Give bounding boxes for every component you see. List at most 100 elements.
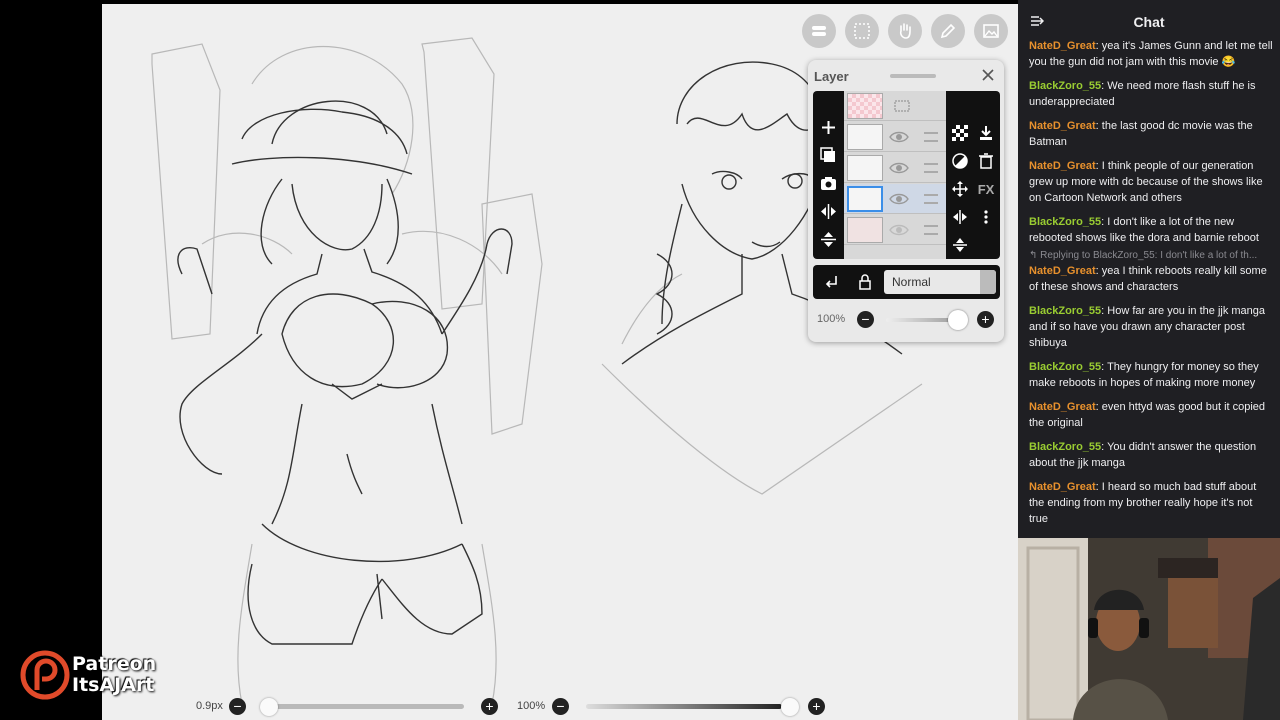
pen-tool-button[interactable] <box>931 14 965 48</box>
layer-panel-drag-handle[interactable] <box>890 74 936 78</box>
trash-icon <box>979 153 993 169</box>
webcam-image <box>1018 538 1280 720</box>
selection-tool-button[interactable] <box>845 14 879 48</box>
image-icon <box>983 24 999 38</box>
layer-list <box>844 91 946 259</box>
blend-mode-select[interactable]: Normal <box>884 270 996 294</box>
layer-opacity-row: 100% − + <box>813 308 1000 332</box>
move-layer-button[interactable] <box>947 175 973 203</box>
brush-size-increase-button[interactable]: + <box>481 698 498 715</box>
drag-handle-icon[interactable] <box>924 225 938 235</box>
checkerboard-icon <box>952 125 968 141</box>
chat-message: NateD_Great: yea I think reboots really … <box>1029 263 1274 295</box>
drag-handle-icon[interactable] <box>924 194 938 204</box>
flip-layer-button[interactable] <box>947 203 973 231</box>
flip-vertical-button[interactable] <box>820 231 837 248</box>
layer-thumbnail <box>847 124 883 150</box>
chevron-up-icon <box>980 270 996 294</box>
layer-thumbnail <box>847 155 883 181</box>
layer-list-area: FX <box>813 91 1000 259</box>
chat-panel: Chat NateD_Great: yea it's James Gunn an… <box>1018 0 1280 538</box>
brush-size-decrease-button[interactable]: − <box>229 698 246 715</box>
duplicate-layer-button[interactable] <box>819 147 837 164</box>
brush-opacity-decrease-button[interactable]: − <box>552 698 569 715</box>
chat-username[interactable]: BlackZoro_55 <box>1029 441 1101 453</box>
layer-thumbnail <box>847 93 883 119</box>
patreon-line1: Patreon <box>72 653 157 675</box>
hand-tool-button[interactable] <box>888 14 922 48</box>
chat-username[interactable]: BlackZoro_55 <box>1029 80 1101 92</box>
chat-message: NateD_Great: I think people of our gener… <box>1029 158 1274 206</box>
opacity-slider-knob[interactable] <box>948 310 968 330</box>
fx-button[interactable]: FX <box>973 175 999 203</box>
brush-size-slider-track[interactable] <box>262 704 464 709</box>
camera-icon <box>820 177 836 190</box>
half-circle-icon <box>952 153 968 169</box>
layer-row-selected[interactable] <box>844 184 946 214</box>
camera-layer-button[interactable] <box>820 175 837 192</box>
layer-panel-title: Layer <box>814 69 849 84</box>
flip-vertical-icon <box>953 238 967 252</box>
layer-row[interactable] <box>844 122 946 152</box>
brush-opacity-increase-button[interactable]: + <box>808 698 825 715</box>
drag-handle-icon[interactable] <box>924 132 938 142</box>
clip-arrow-icon[interactable] <box>823 274 839 290</box>
chat-username[interactable]: NateD_Great <box>1029 160 1096 172</box>
chat-message: BlackZoro_55: They hungry for money so t… <box>1029 359 1274 391</box>
chat-username[interactable]: BlackZoro_55 <box>1029 305 1101 317</box>
eye-icon[interactable] <box>889 130 909 144</box>
reply-note: ↰ Replying to BlackZoro_55: I don't like… <box>1029 250 1258 261</box>
chat-message: BlackZoro_55: We need more flash stuff h… <box>1029 78 1274 110</box>
flip-horizontal-icon <box>820 204 836 219</box>
opacity-decrease-button[interactable]: − <box>857 311 874 328</box>
flip-vertical-layer-button[interactable] <box>947 231 973 259</box>
chat-message: BlackZoro_55: I don't like a lot of the … <box>1029 214 1274 246</box>
drawing-canvas[interactable]: Layer FX Normal 100% − + 0.9px − + 100% … <box>102 4 1018 720</box>
image-tool-button[interactable] <box>974 14 1008 48</box>
layer-row[interactable] <box>844 153 946 183</box>
clipping-mask-button[interactable] <box>947 147 973 175</box>
layer-row[interactable] <box>844 91 946 121</box>
chat-username[interactable]: NateD_Great <box>1029 120 1096 132</box>
selection-layer-icon <box>894 100 910 112</box>
chat-header: Chat <box>1018 0 1280 38</box>
chat-username[interactable]: BlackZoro_55 <box>1029 216 1101 228</box>
eye-icon[interactable] <box>889 161 909 175</box>
drag-handle-icon[interactable] <box>924 163 938 173</box>
merge-down-button[interactable] <box>973 119 999 147</box>
layer-right-toolbar: FX <box>947 91 1000 259</box>
blend-mode-value: Normal <box>892 275 931 289</box>
eye-icon[interactable] <box>889 192 909 206</box>
brush-size-slider-knob[interactable] <box>260 698 278 716</box>
brush-opacity-slider-track[interactable] <box>586 704 782 709</box>
more-options-button[interactable] <box>973 203 999 231</box>
chat-username[interactable]: NateD_Great <box>1029 40 1096 52</box>
opacity-increase-button[interactable]: + <box>977 311 994 328</box>
brush-opacity-value: 100% <box>517 700 546 712</box>
move-icon <box>952 181 968 197</box>
layer-row[interactable] <box>844 215 946 245</box>
patreon-watermark: Patreon ItsAJArt <box>20 650 170 702</box>
layer-opacity-value: 100% <box>817 313 846 325</box>
chat-username[interactable]: NateD_Great <box>1029 265 1096 277</box>
eye-icon[interactable] <box>889 223 909 237</box>
chat-username[interactable]: NateD_Great <box>1029 481 1096 493</box>
close-icon[interactable] <box>980 67 996 83</box>
flip-horizontal-button[interactable] <box>820 203 837 220</box>
layer-panel-header[interactable]: Layer <box>808 60 1004 90</box>
brush-opacity-slider-knob[interactable] <box>781 698 799 716</box>
chat-message: NateD_Great: I heard so much bad stuff a… <box>1029 479 1274 527</box>
chat-username[interactable]: NateD_Great <box>1029 401 1096 413</box>
fx-icon: FX <box>977 181 995 197</box>
download-icon <box>980 126 992 140</box>
add-layer-button[interactable] <box>820 119 837 136</box>
chat-username[interactable]: BlackZoro_55 <box>1029 361 1101 373</box>
lock-icon[interactable] <box>857 274 873 290</box>
chat-message: NateD_Great: the last good dc movie was … <box>1029 118 1274 150</box>
chat-title: Chat <box>1133 14 1165 30</box>
transparency-lock-button[interactable] <box>947 119 973 147</box>
chat-message: BlackZoro_55: You didn't answer the ques… <box>1029 439 1274 471</box>
toggle-tool-button[interactable] <box>802 14 836 48</box>
delete-layer-button[interactable] <box>973 147 999 175</box>
toggle-icon <box>812 26 826 36</box>
